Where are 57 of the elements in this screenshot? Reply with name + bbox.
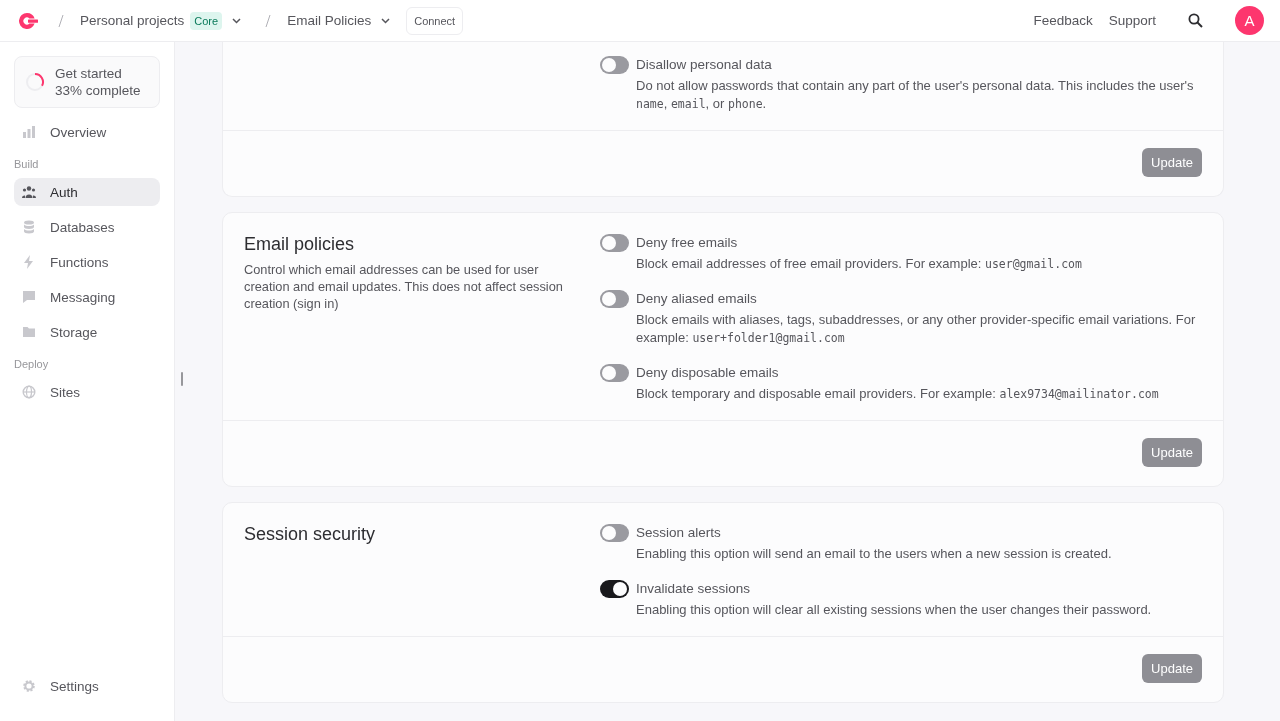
sidebar-item[interactable]: Sites [14, 378, 160, 406]
option-label: Deny aliased emails [636, 290, 758, 308]
section-title: Email policies [244, 234, 356, 255]
toggle-switch[interactable] [600, 56, 629, 74]
toggle-switch[interactable] [600, 580, 629, 598]
nav-link[interactable]: Support [1108, 13, 1156, 28]
search-icon [1188, 13, 1203, 28]
progress-card[interactable]: Get started 33% complete [14, 56, 160, 108]
sidebar-item[interactable]: Settings [14, 672, 160, 700]
slash-separator-icon [58, 13, 64, 28]
option-label: Invalidate sessions [636, 580, 752, 598]
toggle-switch[interactable] [600, 364, 629, 382]
option-description: Enabling this option will send an email to the users when a new session is created. [636, 545, 1112, 563]
toggle-switch[interactable] [600, 524, 629, 542]
search-button[interactable] [1188, 13, 1203, 28]
nav-link[interactable]: Feedback [1033, 13, 1093, 28]
sidebar-item[interactable]: Messaging [14, 283, 160, 311]
sidebar-item[interactable]: Auth [14, 178, 160, 206]
option-label: Deny free emails [636, 234, 739, 252]
option-description: Block emails with aliases, tags, subaddresses, or any other provider-specific email variations. For example: user+folder1@gmail.com [636, 311, 1197, 347]
section-heading: Deploy [14, 358, 50, 370]
section-description: Control which email addresses can be used for user creation and email updates. This does not affect session creation (sign in) [244, 261, 564, 312]
chevron-down-icon [381, 17, 391, 24]
users-icon [22, 185, 36, 199]
plan-badge: Core [190, 11, 223, 30]
lightning-icon [22, 255, 36, 269]
globe-icon [22, 385, 36, 399]
slash-separator-icon [265, 13, 272, 28]
connect-button[interactable]: Connect [406, 6, 464, 35]
folder-icon [22, 325, 36, 339]
database-icon [22, 220, 36, 234]
toggle-switch[interactable] [600, 234, 629, 252]
option-description: Do not allow passwords that contain any part of the user's personal data. This includes the user's name, email, or phone. [636, 77, 1195, 113]
option-label: Disallow personal data [636, 56, 773, 74]
avatar-button[interactable]: A [1235, 6, 1264, 35]
bar-chart-icon [22, 125, 36, 139]
resize-handle[interactable] [181, 371, 183, 386]
logo-icon [16, 11, 38, 30]
sidebar-item[interactable]: Databases [14, 213, 160, 241]
toggle-switch[interactable] [600, 290, 629, 308]
breadcrumb-dropdown[interactable]: Email Policies [287, 13, 391, 28]
sidebar-item[interactable]: Functions [14, 248, 160, 276]
option-description: Enabling this option will clear all existing sessions when the user changes their password. [636, 601, 1152, 619]
option-label: Deny disposable emails [636, 364, 780, 382]
option-description: Block temporary and disposable email providers. For example: alex9734@mailinator.com [636, 385, 1159, 403]
breadcrumb-dropdown[interactable]: Personal projects Core [80, 11, 242, 30]
settings-icon [22, 679, 36, 693]
sidebar-item[interactable]: Storage [14, 318, 160, 346]
option-description: Block email addresses of free email providers. For example: user@gmail.com [636, 255, 1082, 273]
option-label: Session alerts [636, 524, 722, 542]
sidebar-item[interactable]: Overview [14, 118, 160, 146]
progress-title: Get started [55, 65, 123, 82]
section-title: Session security [244, 524, 377, 545]
section-heading: Build [14, 158, 40, 170]
progress-status: 33% complete [55, 82, 141, 99]
chevron-down-icon [232, 17, 242, 24]
chat-bubble-icon [22, 290, 36, 304]
